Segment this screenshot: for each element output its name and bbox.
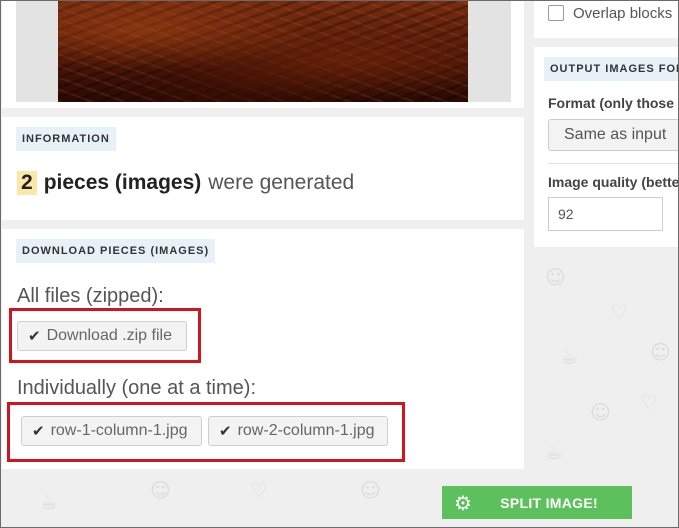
file-name-label: row-1-column-1.jpg xyxy=(50,422,188,439)
output-section-label: OUTPUT IMAGES FOR xyxy=(544,57,679,81)
pieces-text: pieces (images) xyxy=(43,171,202,194)
bg-doodle: ☺ xyxy=(545,265,566,289)
download-panel: DOWNLOAD PIECES (IMAGES) All files (zipp… xyxy=(2,229,524,469)
split-image-label: SPLIT IMAGE! xyxy=(500,494,598,511)
bg-doodle: ☕ xyxy=(560,345,578,369)
bg-doodle: ☺ xyxy=(650,340,671,364)
bg-doodle: ☺ xyxy=(360,478,381,502)
bg-doodle: ☺ xyxy=(590,400,611,424)
download-zip-label: Download .zip file xyxy=(46,327,172,344)
output-options-panel: OUTPUT IMAGES FOR Format (only those s S… xyxy=(534,47,679,247)
overlap-checkbox[interactable] xyxy=(548,5,564,21)
bg-doodle: ♡ xyxy=(640,390,658,414)
preview-panel xyxy=(2,0,524,108)
information-section-label: INFORMATION xyxy=(16,127,116,151)
divider xyxy=(548,163,679,164)
format-select[interactable]: Same as input xyxy=(548,119,679,151)
gear-icon: ⚙ xyxy=(454,490,473,515)
bg-doodle: ☺ xyxy=(150,478,171,502)
bg-doodle: ♡ xyxy=(250,478,268,502)
information-summary: 2 pieces (images) were generated xyxy=(17,171,354,195)
overlap-option: Overlap blocks xyxy=(534,0,679,38)
bg-doodle: ♡ xyxy=(610,300,628,324)
bg-doodle: ☕ xyxy=(40,490,58,514)
quality-label: Image quality (bette xyxy=(548,174,679,190)
quality-input[interactable]: 92 xyxy=(548,197,663,231)
bg-doodle: ☕ xyxy=(545,440,563,464)
pieces-count-badge: 2 xyxy=(17,171,37,195)
download-file-button[interactable]: ✔ row-2-column-1.jpg xyxy=(208,416,388,446)
file-name-label: row-2-column-1.jpg xyxy=(237,422,375,439)
preview-background xyxy=(16,0,511,102)
check-icon: ✔ xyxy=(32,422,45,440)
generated-text: were generated xyxy=(208,171,355,194)
check-icon: ✔ xyxy=(219,422,232,440)
all-files-heading: All files (zipped): xyxy=(17,285,164,307)
check-icon: ✔ xyxy=(28,327,41,345)
split-image-button[interactable]: ⚙ SPLIT IMAGE! xyxy=(442,486,632,519)
information-panel: INFORMATION 2 pieces (images) were gener… xyxy=(2,117,524,220)
individually-heading: Individually (one at a time): xyxy=(17,377,257,399)
download-zip-button[interactable]: ✔ Download .zip file xyxy=(17,321,187,351)
format-label: Format (only those s xyxy=(548,95,679,111)
download-section-label: DOWNLOAD PIECES (IMAGES) xyxy=(16,239,216,263)
overlap-label: Overlap blocks xyxy=(573,5,673,22)
download-file-button[interactable]: ✔ row-1-column-1.jpg xyxy=(21,416,202,446)
preview-image xyxy=(58,0,468,102)
